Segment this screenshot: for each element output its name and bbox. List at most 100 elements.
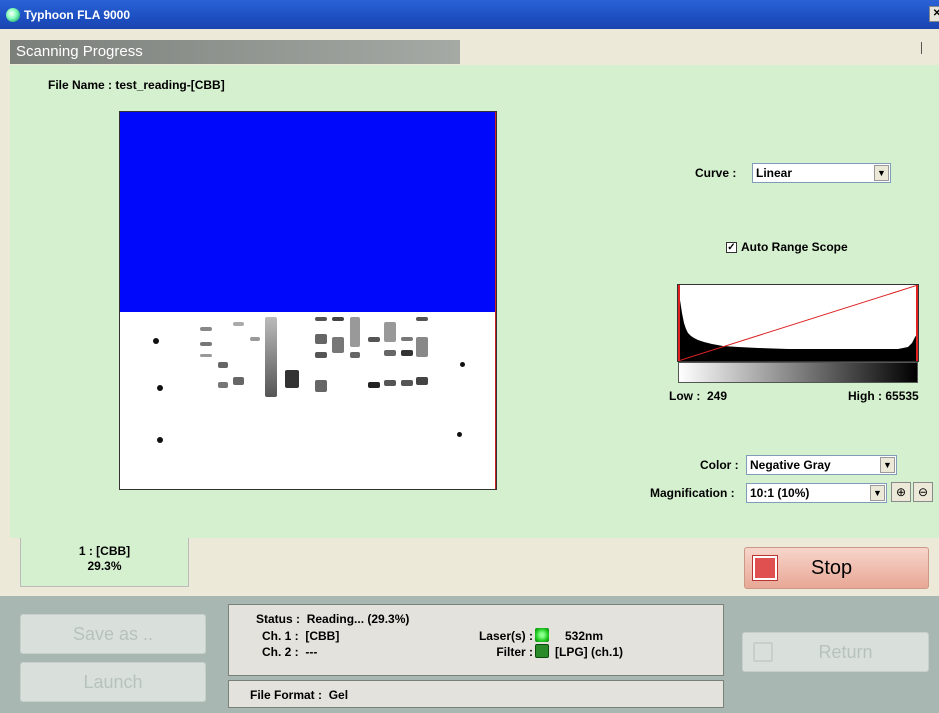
high-value: 65535 [885,389,919,403]
color-select-value: Negative Gray [750,458,831,472]
marker-dot [457,432,462,437]
marker-dot [460,362,465,367]
app-icon [6,7,20,22]
marker-dot [153,338,159,344]
curve-select-value: Linear [756,166,793,180]
magnification-select[interactable]: 10:1 (10%) ▼ [746,483,887,503]
tab-name: 1 : [CBB] [78,544,131,558]
magnification-select-value: 10:1 (10%) [750,486,810,500]
gel-band [384,350,396,356]
range-high: High : 65535 [848,389,919,403]
status-line: Status : Reading... (29.3%) [256,612,409,626]
file-format-value: Gel [328,688,349,702]
curve-select[interactable]: Linear ▼ [752,163,891,183]
auto-range-toggle[interactable]: ✓ Auto Range Scope [726,240,848,254]
stop-button[interactable]: Stop [744,547,929,589]
marker-dot [157,385,163,391]
close-icon[interactable]: ✕ [929,6,939,22]
file-name-label: File Name : [48,78,113,92]
gel-band [384,380,396,386]
stop-icon [752,555,778,581]
unscanned-area [120,112,496,312]
gray-gradient-bar [678,362,918,383]
ch2-line: Ch. 2 : --- [262,645,317,659]
file-format-line: File Format : Gel [250,688,348,702]
section-header: Scanning Progress [10,40,460,64]
histogram [677,284,919,362]
ch2-label: Ch. 2 : [262,645,299,659]
gel-band [315,380,327,392]
histogram-plot [677,284,919,362]
return-button[interactable]: Return [742,632,929,672]
gel-band [233,377,244,385]
gel-band [200,354,212,357]
laser-label: Laser(s) : [478,629,533,643]
low-value: 249 [707,389,728,403]
return-icon [753,642,773,662]
stop-label: Stop [811,556,853,579]
chevron-down-icon[interactable]: ▼ [880,457,895,473]
gel-band [416,317,428,321]
color-label: Color : [700,458,739,472]
marker-dot [157,437,163,443]
curve-label: Curve : [695,166,737,180]
gel-band [315,334,327,344]
gel-band [332,317,344,321]
filter-value: [LPG] (ch.1) [555,645,623,659]
histogram-area [678,295,918,361]
gel-band [200,342,212,346]
low-label: Low : [669,389,701,403]
gel-band [285,370,299,388]
status-label: Status : [256,612,301,626]
gel-band [368,382,380,388]
auto-range-checkbox[interactable]: ✓ [726,241,737,253]
zoom-out-icon[interactable]: ⊖ [913,482,933,502]
magnification-label: Magnification : [650,486,735,500]
divider [921,42,922,54]
file-name: File Name : test_reading-[CBB] [48,78,225,92]
ch1-line: Ch. 1 : [CBB] [262,629,339,643]
gel-band [416,337,428,357]
gel-band [315,352,327,358]
chevron-down-icon[interactable]: ▼ [870,485,885,501]
zoom-in-icon[interactable]: ⊕ [891,482,911,502]
status-value: Reading... (29.3%) [306,612,410,626]
color-select[interactable]: Negative Gray ▼ [746,455,897,475]
window-title: Typhoon FLA 9000 [24,7,131,22]
tab-progress: 29.3% [87,559,122,573]
file-format-label: File Format : [250,688,323,702]
launch-button[interactable]: Launch [20,662,206,702]
gel-band [250,337,260,341]
gel-band [200,327,212,331]
ch1-value: [CBB] [305,629,340,643]
scan-tab[interactable]: 1 : [CBB] 29.3% [20,538,189,587]
gel-band [350,317,360,347]
status-box: Status : Reading... (29.3%) Ch. 1 : [CBB… [228,604,724,676]
gel-band [265,317,277,397]
gel-band [384,322,396,342]
gel-band [368,337,380,342]
chevron-down-icon[interactable]: ▼ [874,165,889,181]
gel-band [315,317,327,321]
file-format-box: File Format : Gel [228,680,724,708]
scan-preview[interactable] [119,111,497,490]
gel-band [401,350,413,356]
return-label: Return [818,642,873,662]
auto-range-label: Auto Range Scope [741,240,848,254]
save-as-button[interactable]: Save as .. [20,614,206,654]
filter-label: Filter : [496,645,533,659]
gel-band [218,362,228,368]
gel-band [401,337,413,341]
laser-indicator-icon [535,628,549,642]
file-name-value: test_reading-[CBB] [115,78,225,92]
filter-indicator-icon [535,644,549,658]
gel-band [401,380,413,386]
gel-band [218,382,228,388]
ch1-label: Ch. 1 : [262,629,299,643]
gel-band [350,352,360,358]
gel-band [233,322,244,326]
high-label: High : [848,389,882,403]
range-low: Low : 249 [669,389,727,403]
window-title-bar: Typhoon FLA 9000 ✕ [0,0,939,29]
laser-value: 532nm [565,629,604,643]
